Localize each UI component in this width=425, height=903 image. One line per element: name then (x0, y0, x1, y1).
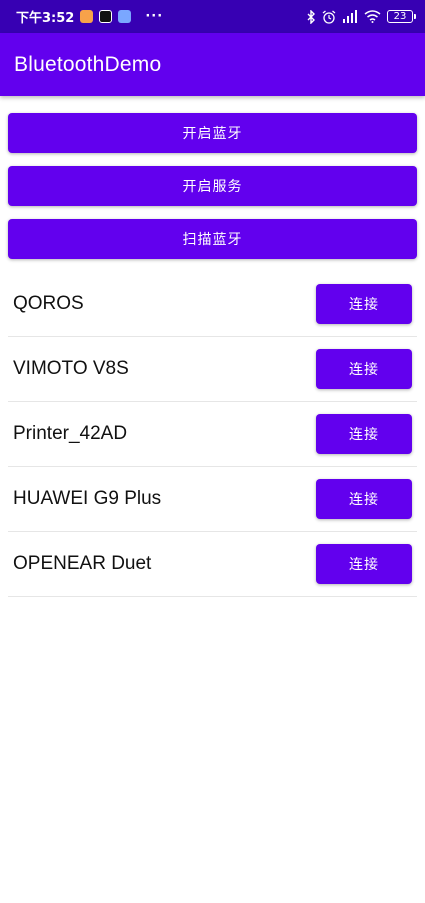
bluetooth-icon (307, 9, 315, 24)
status-bar: 下午3:52 ··· 23 (0, 0, 425, 33)
camera-notification-icon (99, 10, 113, 23)
connect-button[interactable]: 连接 (316, 544, 412, 584)
app-bar: BluetoothDemo (0, 33, 425, 96)
device-name: Printer_42AD (13, 423, 128, 444)
device-name: HUAWEI G9 Plus (13, 488, 162, 509)
main-content: 开启蓝牙 开启服务 扫描蓝牙 QOROS 连接 VIMOTO V8S 连接 Pr… (0, 96, 425, 597)
device-row: QOROS 连接 (8, 272, 417, 337)
connect-button[interactable]: 连接 (316, 479, 412, 519)
device-row: OPENEAR Duet 连接 (8, 532, 417, 597)
signal-icon (343, 10, 357, 23)
device-row: VIMOTO V8S 连接 (8, 337, 417, 402)
connect-button[interactable]: 连接 (316, 284, 412, 324)
device-list: QOROS 连接 VIMOTO V8S 连接 Printer_42AD 连接 H… (8, 272, 417, 597)
message-notification-icon (118, 10, 132, 23)
device-name: QOROS (13, 293, 84, 314)
enable-bluetooth-button[interactable]: 开启蓝牙 (8, 113, 417, 153)
device-name: OPENEAR Duet (13, 553, 152, 574)
app-title: BluetoothDemo (14, 52, 162, 76)
status-left: 下午3:52 ··· (16, 7, 163, 26)
battery-icon: 23 (387, 10, 416, 23)
alarm-icon (322, 9, 336, 24)
device-row: HUAWEI G9 Plus 连接 (8, 467, 417, 532)
device-row: Printer_42AD 连接 (8, 402, 417, 467)
start-service-button[interactable]: 开启服务 (8, 166, 417, 206)
connect-button[interactable]: 连接 (316, 349, 412, 389)
connect-button[interactable]: 连接 (316, 414, 412, 454)
status-right: 23 (306, 9, 416, 24)
gallery-notification-icon (80, 10, 94, 23)
wifi-icon (364, 10, 381, 23)
scan-bluetooth-button[interactable]: 扫描蓝牙 (8, 219, 417, 259)
status-time: 下午3:52 (16, 11, 75, 26)
more-notifications-icon: ··· (145, 9, 164, 24)
device-name: VIMOTO V8S (13, 358, 129, 379)
